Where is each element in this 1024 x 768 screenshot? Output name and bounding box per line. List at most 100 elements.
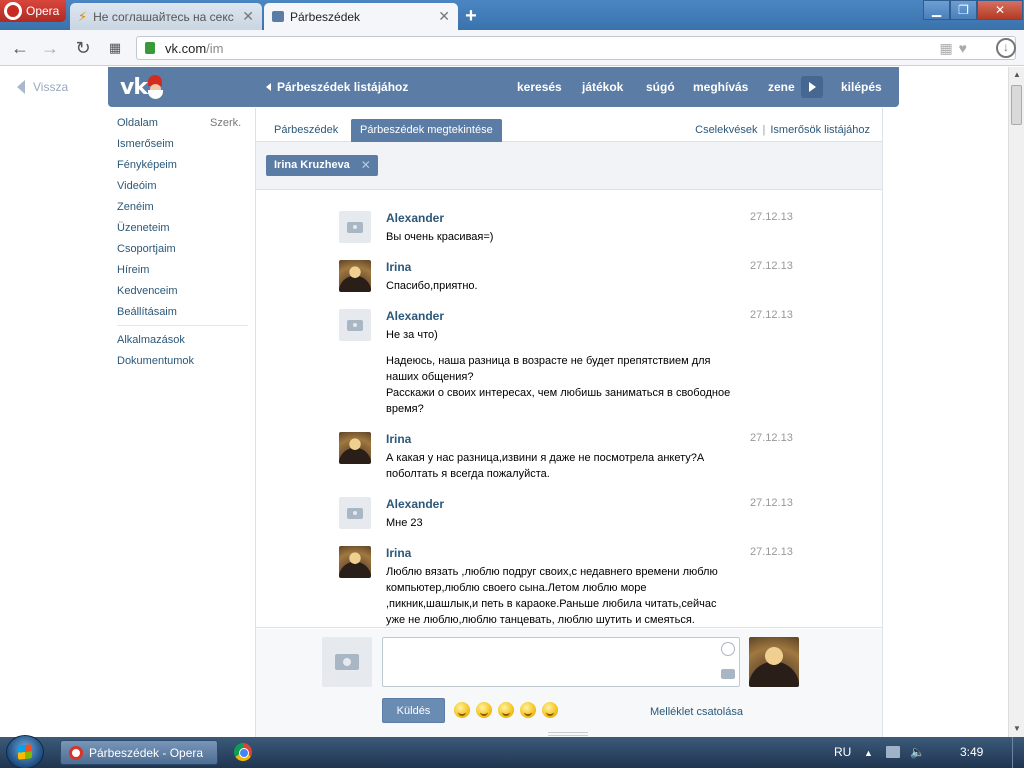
menu-item-photos[interactable]: Fényképeim: [117, 159, 177, 171]
clock[interactable]: 3:49: [960, 745, 983, 759]
scroll-up-arrow-icon[interactable]: ▲: [1009, 67, 1024, 83]
nav-search[interactable]: keresés: [517, 80, 562, 94]
back-to-list-label: Párbeszédek listájához: [277, 80, 409, 94]
browser-tab-active[interactable]: Párbeszédek ✕: [264, 3, 458, 30]
menu-item-apps[interactable]: Alkalmazások: [117, 334, 185, 346]
smile-icon[interactable]: [721, 642, 735, 656]
back-arrow-icon[interactable]: ←: [10, 38, 30, 58]
message-history: Alexander 27.12.13 Вы очень красивая=) Irin…: [256, 191, 882, 628]
grin-emoji-icon[interactable]: [520, 702, 536, 718]
back-to-list-link[interactable]: Párbeszédek listájához: [266, 80, 408, 94]
send-button[interactable]: Küldés: [382, 698, 445, 723]
menu-item-settings[interactable]: Beállításaim: [117, 306, 177, 318]
message-input[interactable]: [382, 637, 740, 687]
nav-invite[interactable]: meghívás: [693, 80, 748, 94]
vk-logo-text-icon: vk: [120, 74, 148, 100]
actions-link[interactable]: Cselekvések: [695, 124, 757, 136]
message-author[interactable]: Irina: [386, 432, 411, 446]
address-bar[interactable]: vk.com/im ▦♥: [136, 36, 1016, 60]
message-author[interactable]: Irina: [386, 260, 411, 274]
message-text: Вы очень красивая=): [386, 229, 736, 255]
author-avatar[interactable]: [339, 432, 371, 464]
window-close-button[interactable]: ✕: [977, 0, 1023, 20]
network-icon[interactable]: [886, 746, 900, 758]
download-icon[interactable]: ↓: [996, 38, 1016, 58]
minimize-button[interactable]: ▁: [923, 0, 950, 20]
browser-tab[interactable]: ⚡ Не соглашайтесь на секс ✕: [70, 3, 262, 30]
close-tab-icon[interactable]: ✕: [242, 8, 254, 25]
back-link[interactable]: Vissza: [17, 80, 68, 94]
maximize-button[interactable]: ❐: [950, 0, 977, 20]
menu-item-documents[interactable]: Dokumentumok: [117, 355, 194, 367]
message-date: 27.12.13: [750, 546, 793, 558]
opera-menu-button[interactable]: Opera: [0, 0, 66, 22]
back-triangle-icon: [17, 80, 25, 94]
peer-avatar[interactable]: [749, 637, 799, 687]
url-host: vk.com: [165, 41, 207, 56]
reload-icon[interactable]: ↻: [73, 38, 93, 58]
nav-help[interactable]: súgó: [646, 80, 675, 94]
dialog-tabs: Párbeszédek Párbeszédek megtekintése Cse…: [256, 108, 882, 142]
close-tab-icon[interactable]: ✕: [438, 8, 450, 25]
menu-item-favorites[interactable]: Kedvenceim: [117, 285, 178, 297]
language-indicator[interactable]: RU: [834, 745, 851, 759]
message-author[interactable]: Alexander: [386, 497, 444, 511]
message-paragraph: Мне 23: [386, 517, 423, 529]
menu-edit-link[interactable]: Szerk.: [210, 117, 241, 129]
menu-item-music[interactable]: Zenéim: [117, 201, 154, 213]
camera-avatar-icon[interactable]: [339, 497, 371, 529]
show-desktop-button[interactable]: [1012, 737, 1024, 768]
smile-emoji-icon[interactable]: [498, 702, 514, 718]
new-tab-button[interactable]: +: [460, 5, 482, 28]
nav-music[interactable]: zene: [768, 80, 795, 94]
menu-item-my-page[interactable]: Oldalam: [117, 117, 158, 129]
play-icon[interactable]: [801, 76, 823, 98]
back-link-label: Vissza: [33, 80, 69, 94]
secure-lock-icon: [145, 42, 155, 54]
vk-logo[interactable]: vk: [120, 71, 165, 103]
camera-avatar-icon[interactable]: [339, 211, 371, 243]
menu-item-videos[interactable]: Videóim: [117, 180, 157, 192]
peer-chip[interactable]: Irina Kruzheva ✕: [266, 155, 378, 176]
remove-peer-icon[interactable]: ✕: [361, 155, 371, 176]
tab-dialogs[interactable]: Párbeszédek: [274, 124, 338, 136]
scroll-down-arrow-icon[interactable]: ▼: [1009, 721, 1024, 737]
menu-item-news[interactable]: Híreim: [117, 264, 149, 276]
chrome-icon[interactable]: [234, 743, 252, 761]
peer-bar: Irina Kruzheva ✕: [256, 142, 882, 190]
taskbar-window-title: Párbeszédek - Opera: [89, 745, 204, 760]
message-text: Люблю вязать ,люблю подруг своих,с недав…: [386, 564, 736, 627]
forward-arrow-icon[interactable]: →: [40, 38, 60, 58]
scroll-thumb[interactable]: [1011, 85, 1022, 125]
tongue-emoji-icon[interactable]: [542, 702, 558, 718]
message-paragraph: Вы очень красивая=): [386, 231, 494, 243]
resize-grip[interactable]: [548, 732, 588, 736]
page-scrollbar[interactable]: ▲ ▼: [1008, 67, 1024, 737]
camera-avatar-icon[interactable]: [339, 309, 371, 341]
message-author[interactable]: Alexander: [386, 309, 444, 323]
message-author[interactable]: Irina: [386, 546, 411, 560]
menu-item-messages[interactable]: Üzeneteim: [117, 222, 170, 234]
start-button[interactable]: [6, 735, 44, 768]
attach-link[interactable]: Melléklet csatolása: [650, 706, 743, 718]
tray-expand-icon[interactable]: ▲: [864, 748, 873, 758]
address-url: vk.com/im: [165, 41, 224, 56]
attach-photo-icon[interactable]: [721, 669, 735, 679]
menu-item-groups[interactable]: Csoportjaim: [117, 243, 176, 255]
tab-view-dialog[interactable]: Párbeszédek megtekintése: [351, 119, 502, 142]
stash-heart-icon[interactable]: ▦♥: [939, 40, 973, 57]
blush-emoji-icon[interactable]: [476, 702, 492, 718]
volume-icon[interactable]: 🔈: [910, 745, 925, 759]
author-avatar[interactable]: [339, 546, 371, 578]
message-date: 27.12.13: [750, 497, 793, 509]
nav-games[interactable]: játékok: [582, 80, 623, 94]
message-author[interactable]: Alexander: [386, 211, 444, 225]
my-avatar-camera-icon: [322, 637, 372, 687]
speed-dial-grid-icon[interactable]: ▦: [105, 38, 125, 58]
menu-item-friends[interactable]: Ismerőseim: [117, 138, 174, 150]
author-avatar[interactable]: [339, 260, 371, 292]
taskbar-opera-window[interactable]: Párbeszédek - Opera: [60, 740, 218, 765]
to-friends-link[interactable]: Ismerősök listájához: [770, 124, 870, 136]
wink-emoji-icon[interactable]: [454, 702, 470, 718]
nav-logout[interactable]: kilépés: [841, 80, 882, 94]
